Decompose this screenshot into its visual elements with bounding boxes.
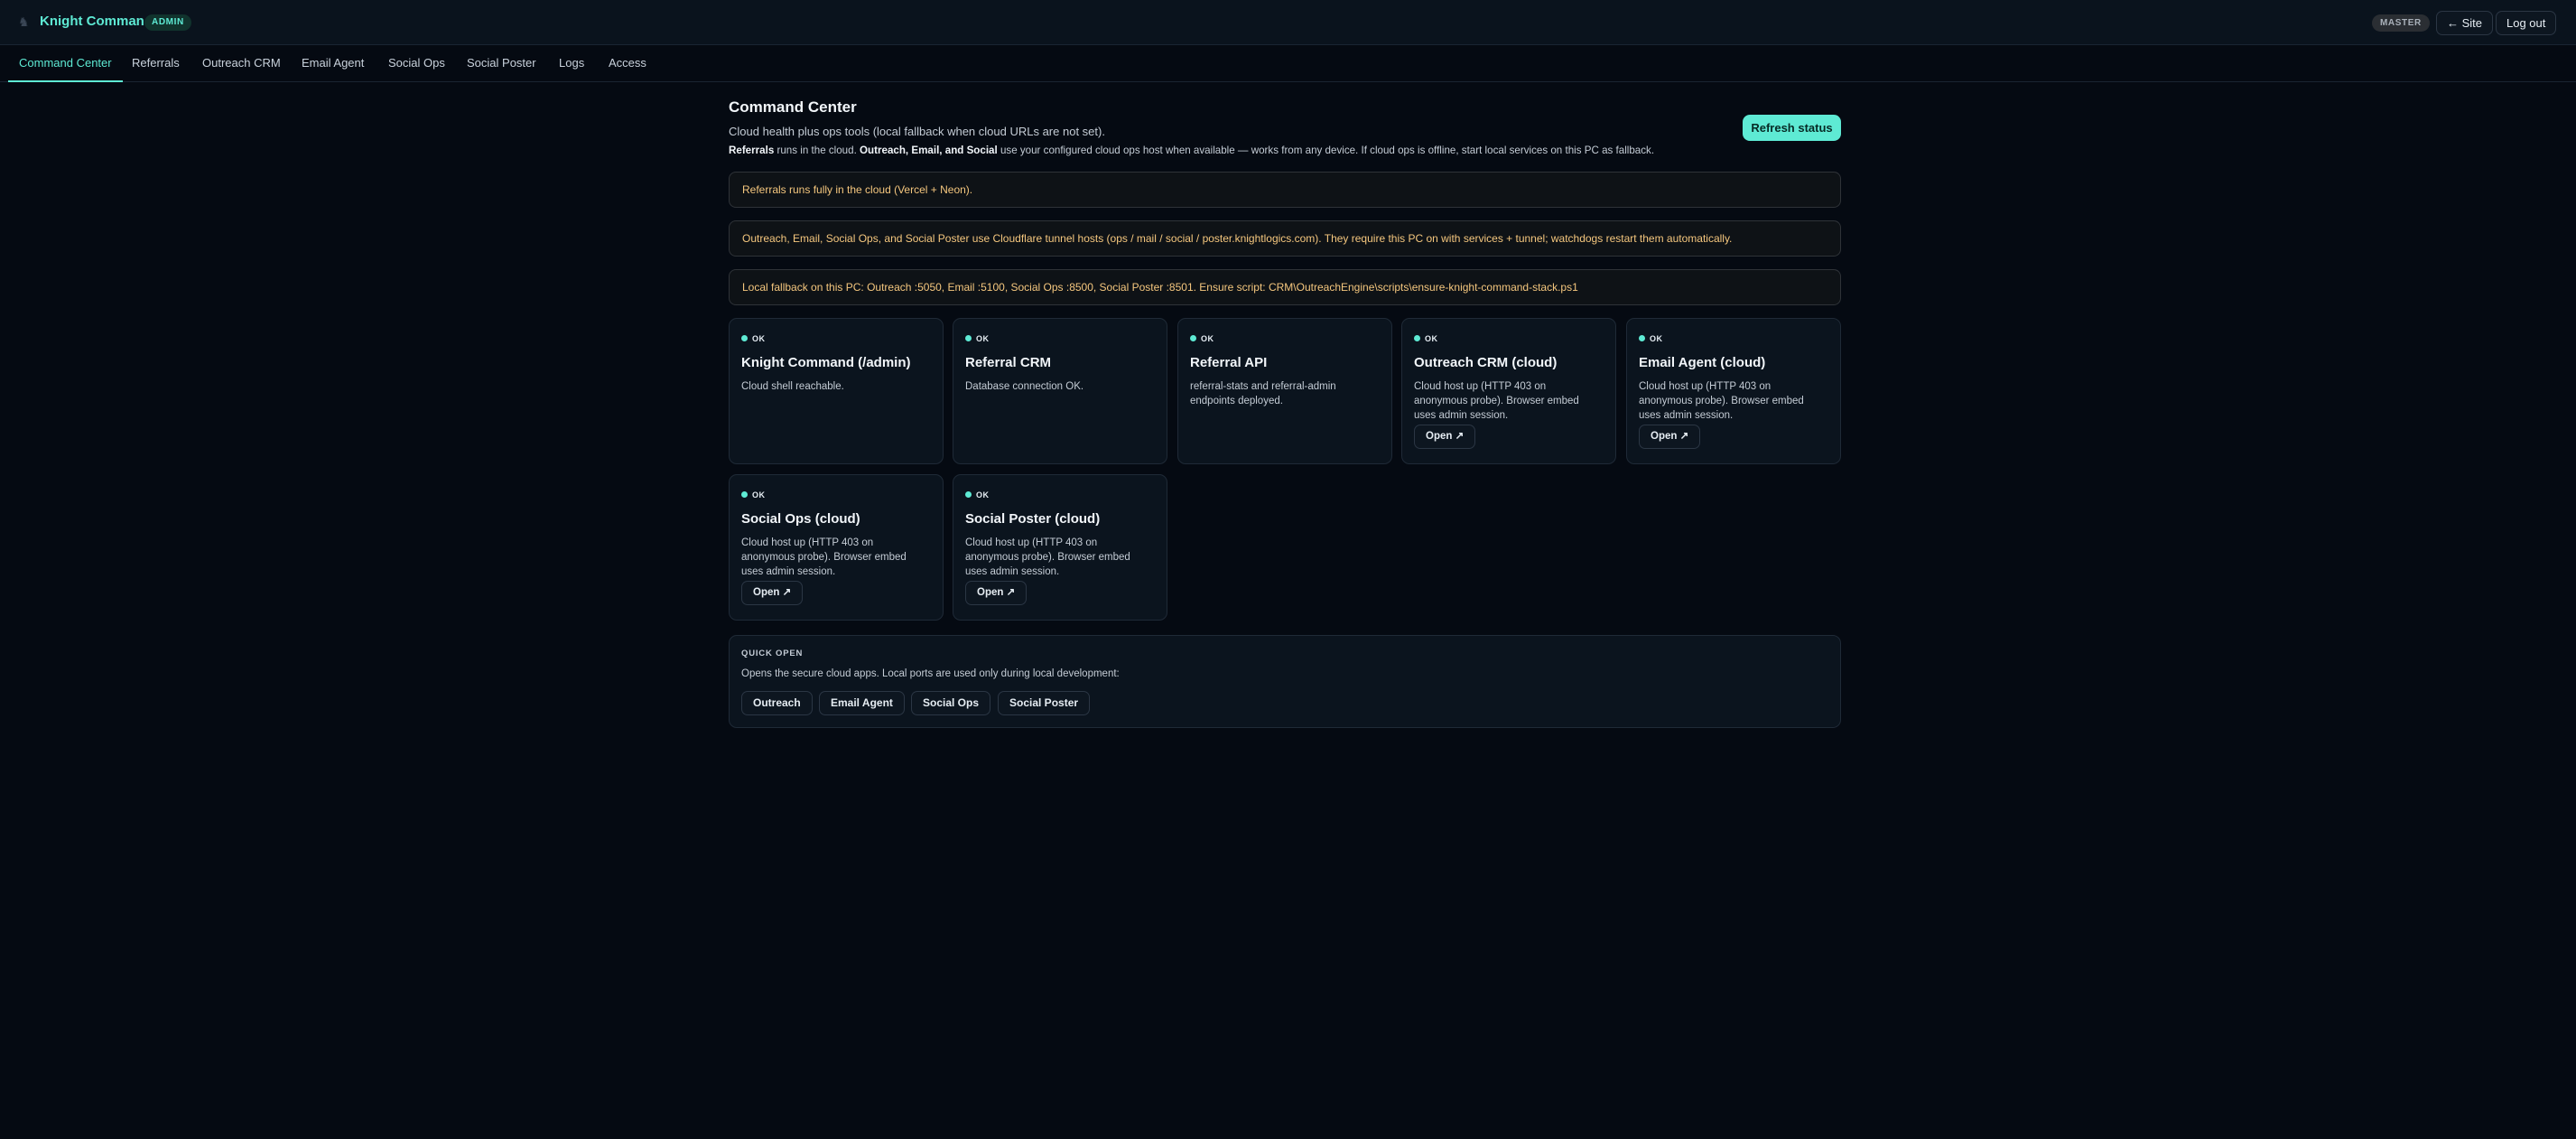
status-indicator: OK <box>965 333 990 344</box>
status-card-outreach-crm: OK Outreach CRM (cloud) Cloud host up (H… <box>1401 318 1616 464</box>
info-text-2: use your configured cloud ops host when … <box>997 145 1655 156</box>
status-indicator: OK <box>965 490 990 500</box>
status-indicator: OK <box>1190 333 1214 344</box>
card-description: Cloud host up (HTTP 403 on anonymous pro… <box>1639 381 1804 421</box>
status-card-email-agent: OK Email Agent (cloud) Cloud host up (HT… <box>1626 318 1841 464</box>
status-text: OK <box>1201 334 1214 343</box>
status-indicator: OK <box>741 490 766 500</box>
card-title: Referral CRM <box>965 355 1052 370</box>
quick-open-email-agent-button[interactable]: Email Agent <box>819 691 905 715</box>
status-text: OK <box>752 490 766 499</box>
card-title: Social Poster (cloud) <box>965 511 1101 527</box>
card-title: Social Ops (cloud) <box>741 511 860 527</box>
notice-referrals: Referrals runs fully in the cloud (Verce… <box>729 172 1841 208</box>
page-subtitle: Cloud health plus ops tools (local fallb… <box>729 125 1105 138</box>
tab-referrals[interactable]: Referrals <box>132 46 180 82</box>
tab-email-agent[interactable]: Email Agent <box>302 46 364 82</box>
quick-open-heading: QUICK OPEN <box>741 649 804 658</box>
knight-logo-icon: ♞ <box>18 14 30 29</box>
info-referrals: Referrals <box>729 145 775 156</box>
card-description: Cloud shell reachable. <box>741 381 844 392</box>
tab-outreach-crm[interactable]: Outreach CRM <box>202 46 281 82</box>
status-dot-icon <box>1639 335 1645 341</box>
top-bar: ♞ Knight Command ADMIN MASTER ← Site Log… <box>0 0 2576 45</box>
main-nav: Command Center Referrals Outreach CRM Em… <box>0 46 2576 82</box>
status-dot-icon <box>1414 335 1420 341</box>
status-card-referral-crm: OK Referral CRM Database connection OK. <box>953 318 1167 464</box>
status-dot-icon <box>741 335 748 341</box>
role-badge: ADMIN <box>144 14 191 31</box>
status-card-social-poster: OK Social Poster (cloud) Cloud host up (… <box>953 474 1167 621</box>
open-social-poster-button[interactable]: Open ↗ <box>965 581 1028 605</box>
quick-open-outreach-button[interactable]: Outreach <box>741 691 813 715</box>
env-badge: MASTER <box>2372 14 2430 32</box>
page-info: Referrals runs in the cloud. Outreach, E… <box>729 145 1654 156</box>
page-title: Command Center <box>729 98 857 116</box>
card-description: Cloud host up (HTTP 403 on anonymous pro… <box>965 537 1130 577</box>
status-dot-icon <box>965 335 972 341</box>
status-text: OK <box>1650 334 1663 343</box>
status-indicator: OK <box>741 333 766 344</box>
info-services: Outreach, Email, and Social <box>860 145 998 156</box>
back-to-site-button[interactable]: ← Site <box>2436 11 2494 35</box>
card-title: Knight Command (/admin) <box>741 355 911 370</box>
status-indicator: OK <box>1639 333 1663 344</box>
open-email-agent-button[interactable]: Open ↗ <box>1639 425 1701 449</box>
open-outreach-crm-button[interactable]: Open ↗ <box>1414 425 1476 449</box>
status-dot-icon <box>965 491 972 498</box>
card-title: Referral API <box>1190 355 1268 370</box>
status-card-referral-api: OK Referral API referral-stats and refer… <box>1177 318 1392 464</box>
info-text-1: runs in the cloud. <box>774 145 860 156</box>
card-description: Cloud host up (HTTP 403 on anonymous pro… <box>1414 381 1579 421</box>
quick-open-description: Opens the secure cloud apps. Local ports… <box>741 668 1120 679</box>
notice-tunnel-hosts: Outreach, Email, Social Ops, and Social … <box>729 220 1841 257</box>
quick-open-social-poster-button[interactable]: Social Poster <box>998 691 1091 715</box>
status-card-social-ops: OK Social Ops (cloud) Cloud host up (HTT… <box>729 474 944 621</box>
app-title[interactable]: Knight Command <box>40 14 153 29</box>
status-text: OK <box>752 334 766 343</box>
card-title: Outreach CRM (cloud) <box>1414 355 1558 370</box>
card-description: Cloud host up (HTTP 403 on anonymous pro… <box>741 537 907 577</box>
tab-access[interactable]: Access <box>609 46 646 82</box>
tab-social-poster[interactable]: Social Poster <box>467 46 536 82</box>
quick-open-panel: QUICK OPEN Opens the secure cloud apps. … <box>729 635 1841 728</box>
refresh-status-button[interactable]: Refresh status <box>1743 115 1841 141</box>
notice-local-fallback: Local fallback on this PC: Outreach :505… <box>729 269 1841 305</box>
card-title: Email Agent (cloud) <box>1639 355 1766 370</box>
quick-open-social-ops-button[interactable]: Social Ops <box>911 691 991 715</box>
status-text: OK <box>976 334 990 343</box>
status-card-knight-command: OK Knight Command (/admin) Cloud shell r… <box>729 318 944 464</box>
card-description: referral-stats and referral-admin endpoi… <box>1190 381 1336 406</box>
tab-command-center[interactable]: Command Center <box>8 46 123 82</box>
tab-logs[interactable]: Logs <box>559 46 584 82</box>
card-description: Database connection OK. <box>965 381 1084 392</box>
status-text: OK <box>1425 334 1438 343</box>
logout-button[interactable]: Log out <box>2496 11 2557 35</box>
tab-social-ops[interactable]: Social Ops <box>388 46 445 82</box>
status-dot-icon <box>741 491 748 498</box>
status-text: OK <box>976 490 990 499</box>
open-social-ops-button[interactable]: Open ↗ <box>741 581 804 605</box>
status-indicator: OK <box>1414 333 1438 344</box>
status-dot-icon <box>1190 335 1196 341</box>
